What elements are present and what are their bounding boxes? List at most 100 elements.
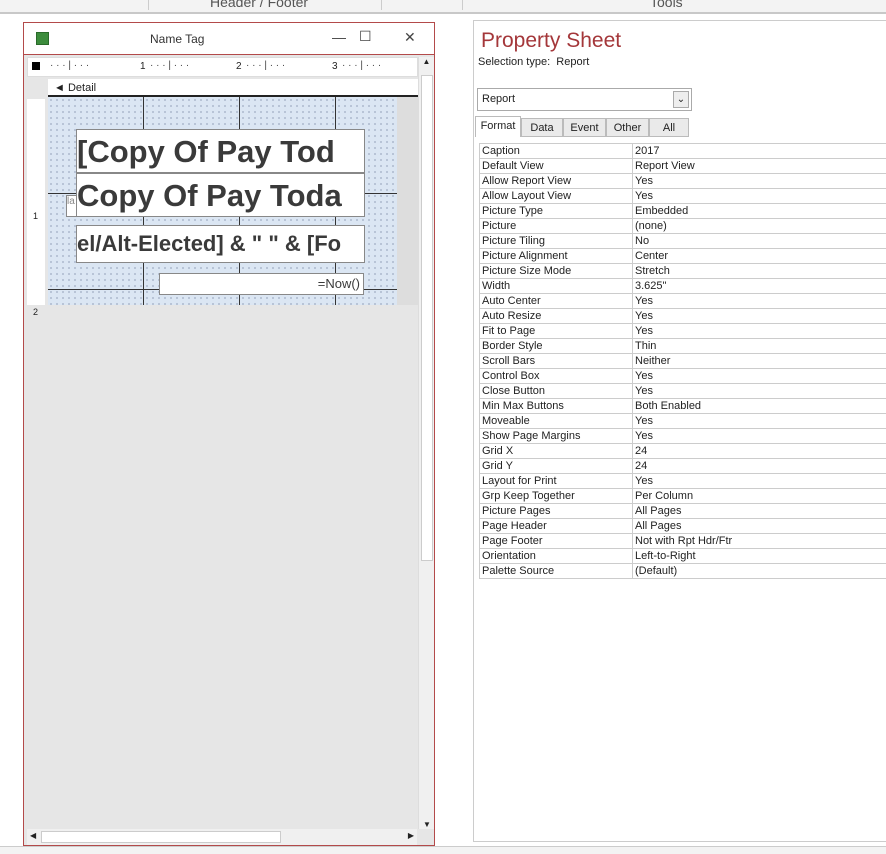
property-value[interactable]: Yes: [632, 308, 886, 324]
detail-section-bar[interactable]: ◄ Detail: [48, 79, 418, 97]
property-name: Control Box: [479, 368, 633, 384]
property-row[interactable]: Auto Center Yes: [479, 293, 886, 309]
property-row[interactable]: Close Button Yes: [479, 383, 886, 399]
property-value[interactable]: Center: [632, 248, 886, 264]
property-row[interactable]: Fit to Page Yes: [479, 323, 886, 339]
property-row[interactable]: Allow Report View Yes: [479, 173, 886, 189]
property-value[interactable]: Yes: [632, 293, 886, 309]
horizontal-ruler: · · · | · · · 1 · · · | · · · 2 · · · | …: [27, 57, 418, 77]
property-row[interactable]: Grid X 24: [479, 443, 886, 459]
property-row[interactable]: Allow Layout View Yes: [479, 188, 886, 204]
now-text-box[interactable]: =Now(): [159, 273, 364, 295]
tab-event[interactable]: Event: [563, 118, 606, 137]
property-name: Grid X: [479, 443, 633, 459]
report-icon: [36, 32, 49, 45]
property-name: Default View: [479, 158, 633, 174]
text-box-line1[interactable]: [Copy Of Pay Tod: [76, 129, 365, 173]
property-row[interactable]: Auto Resize Yes: [479, 308, 886, 324]
property-row[interactable]: Palette Source (Default): [479, 563, 886, 579]
scroll-up-icon[interactable]: ▲: [419, 57, 434, 66]
detail-label: Detail: [67, 82, 97, 94]
vertical-scrollbar[interactable]: ▲ ▼: [418, 57, 434, 829]
property-value[interactable]: Thin: [632, 338, 886, 354]
property-row[interactable]: Grid Y 24: [479, 458, 886, 474]
property-value[interactable]: Yes: [632, 473, 886, 489]
property-value[interactable]: Yes: [632, 428, 886, 444]
property-name: Picture Tiling: [479, 233, 633, 249]
horizontal-scroll-thumb[interactable]: [41, 831, 281, 843]
property-row[interactable]: Min Max Buttons Both Enabled: [479, 398, 886, 414]
property-row[interactable]: Moveable Yes: [479, 413, 886, 429]
property-value[interactable]: (none): [632, 218, 886, 234]
property-value[interactable]: Neither: [632, 353, 886, 369]
property-row[interactable]: Layout for Print Yes: [479, 473, 886, 489]
horizontal-scrollbar[interactable]: ◀ ▶: [27, 829, 417, 845]
tab-other[interactable]: Other: [606, 118, 649, 137]
tab-data[interactable]: Data: [521, 118, 563, 137]
scroll-right-icon[interactable]: ▶: [408, 831, 414, 840]
property-row[interactable]: Picture Size Mode Stretch: [479, 263, 886, 279]
property-row[interactable]: Width 3.625": [479, 278, 886, 294]
property-row[interactable]: Picture (none): [479, 218, 886, 234]
property-value[interactable]: Stretch: [632, 263, 886, 279]
scroll-left-icon[interactable]: ◀: [30, 831, 36, 840]
property-name: Picture Pages: [479, 503, 633, 519]
vertical-scroll-thumb[interactable]: [421, 75, 433, 561]
tab-format[interactable]: Format: [475, 116, 521, 137]
report-selector[interactable]: [32, 62, 40, 70]
property-row[interactable]: Picture Type Embedded: [479, 203, 886, 219]
property-row[interactable]: Border Style Thin: [479, 338, 886, 354]
text-box-line2[interactable]: Copy Of Pay Toda: [76, 173, 365, 217]
property-value[interactable]: Both Enabled: [632, 398, 886, 414]
property-value[interactable]: All Pages: [632, 503, 886, 519]
property-value[interactable]: 24: [632, 443, 886, 459]
property-row[interactable]: Picture Tiling No: [479, 233, 886, 249]
property-name: Close Button: [479, 383, 633, 399]
property-value[interactable]: Yes: [632, 323, 886, 339]
property-value[interactable]: 2017: [632, 143, 886, 159]
property-name: Allow Report View: [479, 173, 633, 189]
detail-canvas[interactable]: la [Copy Of Pay Tod Copy Of Pay Toda el/…: [48, 97, 397, 305]
property-value[interactable]: Yes: [632, 368, 886, 384]
property-value[interactable]: Per Column: [632, 488, 886, 504]
tab-all[interactable]: All: [649, 118, 689, 137]
vertical-ruler: 1 2: [27, 99, 45, 317]
property-name: Orientation: [479, 548, 633, 564]
property-value[interactable]: Not with Rpt Hdr/Ftr: [632, 533, 886, 549]
property-row[interactable]: Caption 2017: [479, 143, 886, 159]
property-row[interactable]: Scroll Bars Neither: [479, 353, 886, 369]
property-name: Page Header: [479, 518, 633, 534]
property-value[interactable]: Left-to-Right: [632, 548, 886, 564]
property-value[interactable]: Yes: [632, 188, 886, 204]
property-row[interactable]: Control Box Yes: [479, 368, 886, 384]
property-table: Caption 2017 Default View Report View Allow …: [479, 143, 886, 579]
window-titlebar[interactable]: Name Tag — ☐ ✕: [24, 23, 434, 55]
property-value[interactable]: 3.625": [632, 278, 886, 294]
object-select-dropdown[interactable]: Report ⌄: [477, 88, 692, 111]
property-row[interactable]: Grp Keep Together Per Column: [479, 488, 886, 504]
property-value[interactable]: No: [632, 233, 886, 249]
property-name: Allow Layout View: [479, 188, 633, 204]
property-value[interactable]: Yes: [632, 173, 886, 189]
property-value[interactable]: Yes: [632, 383, 886, 399]
property-row[interactable]: Show Page Margins Yes: [479, 428, 886, 444]
property-value[interactable]: (Default): [632, 563, 886, 579]
property-row[interactable]: Picture Alignment Center: [479, 248, 886, 264]
chevron-down-icon[interactable]: ⌄: [673, 91, 689, 108]
text-box-line3[interactable]: el/Alt-Elected] & " " & [Fo: [76, 225, 365, 263]
property-row[interactable]: Page Header All Pages: [479, 518, 886, 534]
maximize-button[interactable]: ☐: [359, 28, 372, 45]
property-value[interactable]: Report View: [632, 158, 886, 174]
vruler-label: 2: [33, 307, 39, 317]
scroll-down-icon[interactable]: ▼: [419, 820, 435, 829]
property-row[interactable]: Orientation Left-to-Right: [479, 548, 886, 564]
property-value[interactable]: Yes: [632, 413, 886, 429]
close-button[interactable]: ✕: [404, 29, 416, 46]
property-row[interactable]: Picture Pages All Pages: [479, 503, 886, 519]
property-value[interactable]: Embedded: [632, 203, 886, 219]
minimize-button[interactable]: —: [332, 29, 346, 45]
property-value[interactable]: 24: [632, 458, 886, 474]
property-value[interactable]: All Pages: [632, 518, 886, 534]
property-row[interactable]: Page Footer Not with Rpt Hdr/Ftr: [479, 533, 886, 549]
property-row[interactable]: Default View Report View: [479, 158, 886, 174]
